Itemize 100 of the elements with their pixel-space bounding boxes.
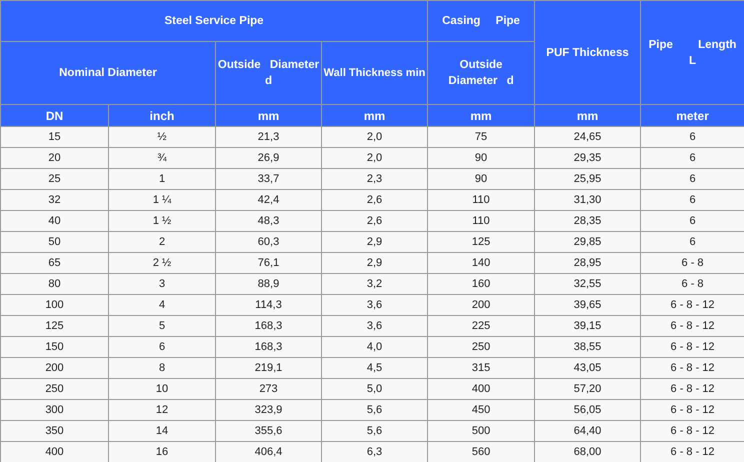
table-cell: 68,00 bbox=[534, 442, 641, 462]
table-cell: 2,0 bbox=[322, 148, 428, 168]
table-cell: 64,40 bbox=[534, 420, 641, 442]
table-cell: 15 bbox=[0, 126, 108, 148]
table-cell: 39,15 bbox=[534, 316, 641, 336]
table-cell: 56,05 bbox=[534, 400, 641, 420]
table-cell: 3 bbox=[108, 274, 216, 294]
table-cell: 2 ½ bbox=[108, 252, 216, 274]
table-cell: 38,55 bbox=[534, 336, 641, 358]
table-cell: 24,65 bbox=[534, 126, 641, 148]
table-cell: 4 bbox=[108, 294, 216, 316]
table-header-cell: Outside Diameter d bbox=[428, 42, 535, 104]
table-cell: 25,95 bbox=[534, 168, 641, 190]
table-cell: 1 bbox=[108, 168, 216, 190]
table-cell: 6,3 bbox=[322, 442, 428, 462]
table-cell: 323,9 bbox=[216, 400, 322, 420]
table-cell: 4,5 bbox=[322, 358, 428, 378]
table-cell: 6 - 8 - 12 bbox=[640, 420, 744, 442]
unit-header-cell: mm bbox=[428, 104, 535, 126]
table-cell: 32,55 bbox=[534, 274, 641, 294]
table-cell: 5,6 bbox=[322, 420, 428, 442]
table-cell: 65 bbox=[0, 252, 108, 274]
table-cell: 50 bbox=[0, 232, 108, 252]
table-header-cell: Nominal Diameter bbox=[0, 42, 216, 104]
table-cell: 3,2 bbox=[322, 274, 428, 294]
table-cell: 450 bbox=[428, 400, 535, 420]
table-cell: 1 ½ bbox=[108, 210, 216, 232]
table-cell: 31,30 bbox=[534, 190, 641, 210]
table-cell: 2,0 bbox=[322, 126, 428, 148]
table-cell: 60,3 bbox=[216, 232, 322, 252]
table-cell: 140 bbox=[428, 252, 535, 274]
table-cell: 90 bbox=[428, 168, 535, 190]
table-cell: 110 bbox=[428, 210, 535, 232]
table-cell: 10 bbox=[108, 378, 216, 400]
table-cell: 6 bbox=[108, 336, 216, 358]
table-cell: 29,85 bbox=[534, 232, 641, 252]
table-cell: 8 bbox=[108, 358, 216, 378]
table-cell: 57,20 bbox=[534, 378, 641, 400]
table-cell: 26,9 bbox=[216, 148, 322, 168]
table-cell: 5 bbox=[108, 316, 216, 336]
table-cell: 114,3 bbox=[216, 294, 322, 316]
table-cell: 88,9 bbox=[216, 274, 322, 294]
table-cell: 80 bbox=[0, 274, 108, 294]
table-cell: 500 bbox=[428, 420, 535, 442]
table-cell: 2 bbox=[108, 232, 216, 252]
table-cell: 28,35 bbox=[534, 210, 641, 232]
unit-header-cell: DN bbox=[0, 104, 108, 126]
table-cell: 6 - 8 - 12 bbox=[640, 400, 744, 420]
table-cell: 5,0 bbox=[322, 378, 428, 400]
table-cell: 200 bbox=[0, 358, 108, 378]
table-header-cell: Steel Service Pipe bbox=[0, 0, 428, 42]
unit-header-cell: meter bbox=[640, 104, 744, 126]
table-cell: 200 bbox=[428, 294, 535, 316]
table-cell: 1 ¼ bbox=[108, 190, 216, 210]
table-cell: 5,6 bbox=[322, 400, 428, 420]
table-header-cell: Outside Diameter d bbox=[216, 42, 322, 104]
table-cell: 6 bbox=[640, 232, 744, 252]
table-cell: 406,4 bbox=[216, 442, 322, 462]
table-cell: 20 bbox=[0, 148, 108, 168]
table-cell: 125 bbox=[0, 316, 108, 336]
table-cell: 250 bbox=[428, 336, 535, 358]
table-cell: 6 - 8 - 12 bbox=[640, 336, 744, 358]
table-cell: 6 - 8 - 12 bbox=[640, 378, 744, 400]
table-cell: 76,1 bbox=[216, 252, 322, 274]
table-cell: ½ bbox=[108, 126, 216, 148]
table-header-cell: Casing Pipe bbox=[428, 0, 535, 42]
table-cell: 2,3 bbox=[322, 168, 428, 190]
table-cell: 6 - 8 bbox=[640, 274, 744, 294]
table-cell: 6 - 8 - 12 bbox=[640, 442, 744, 462]
table-cell: 110 bbox=[428, 190, 535, 210]
table-cell: 90 bbox=[428, 148, 535, 168]
table-cell: 355,6 bbox=[216, 420, 322, 442]
table-cell: 6 - 8 - 12 bbox=[640, 294, 744, 316]
table-cell: 32 bbox=[0, 190, 108, 210]
table-cell: 6 bbox=[640, 168, 744, 190]
table-cell: 315 bbox=[428, 358, 535, 378]
table-cell: 4,0 bbox=[322, 336, 428, 358]
unit-header-cell: mm bbox=[534, 104, 641, 126]
table-cell: 39,65 bbox=[534, 294, 641, 316]
table-cell: 28,95 bbox=[534, 252, 641, 274]
unit-header-cell: mm bbox=[322, 104, 428, 126]
table-cell: 6 - 8 - 12 bbox=[640, 358, 744, 378]
table-cell: 6 - 8 - 12 bbox=[640, 316, 744, 336]
table-cell: 75 bbox=[428, 126, 535, 148]
unit-header-cell: inch bbox=[108, 104, 216, 126]
table-cell: 350 bbox=[0, 420, 108, 442]
table-cell: 6 bbox=[640, 148, 744, 168]
table-cell: 6 - 8 bbox=[640, 252, 744, 274]
table-cell: 2,9 bbox=[322, 232, 428, 252]
table-header-cell: Pipe Length L bbox=[640, 0, 744, 104]
table-cell: 273 bbox=[216, 378, 322, 400]
table-cell: 21,3 bbox=[216, 126, 322, 148]
table-cell: 150 bbox=[0, 336, 108, 358]
table-cell: 40 bbox=[0, 210, 108, 232]
table-cell: 2,9 bbox=[322, 252, 428, 274]
table-cell: 100 bbox=[0, 294, 108, 316]
table-cell: 168,3 bbox=[216, 316, 322, 336]
table-cell: ¾ bbox=[108, 148, 216, 168]
table-cell: 12 bbox=[108, 400, 216, 420]
table-cell: 6 bbox=[640, 190, 744, 210]
